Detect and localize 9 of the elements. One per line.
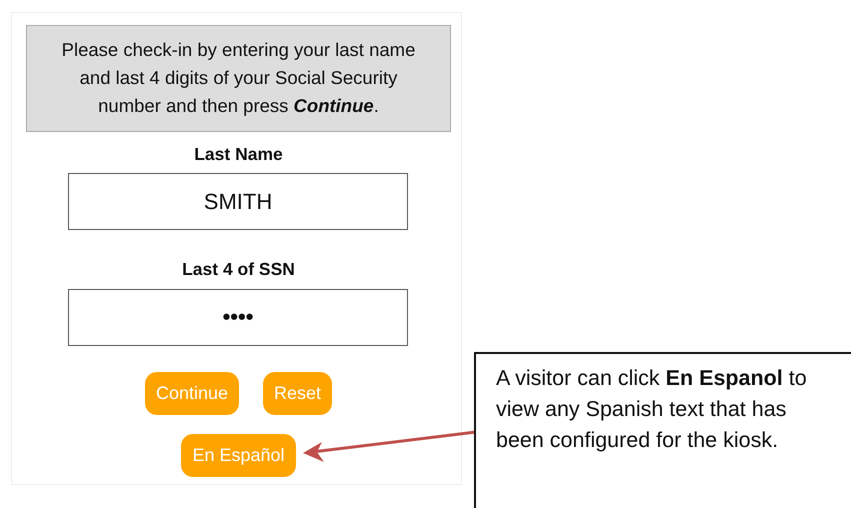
field-label: Last Name xyxy=(193,143,284,166)
reset-button[interactable]: Reset xyxy=(263,372,332,414)
field-label: Last 4 of SSN xyxy=(181,258,296,282)
callout-text: A visitor can click En Espanol to view any Spanish text that has been configured for the kiosk. xyxy=(474,352,851,508)
input-field[interactable]: •••• xyxy=(68,288,408,346)
language-button[interactable]: En Español xyxy=(181,434,296,476)
instruction-text: Please check-in by entering your last name and last 4 digits of your Social Security number and then press Continue. xyxy=(26,25,451,132)
continue-button[interactable]: Continue xyxy=(144,372,240,414)
input-field[interactable]: SMITH xyxy=(68,173,408,230)
